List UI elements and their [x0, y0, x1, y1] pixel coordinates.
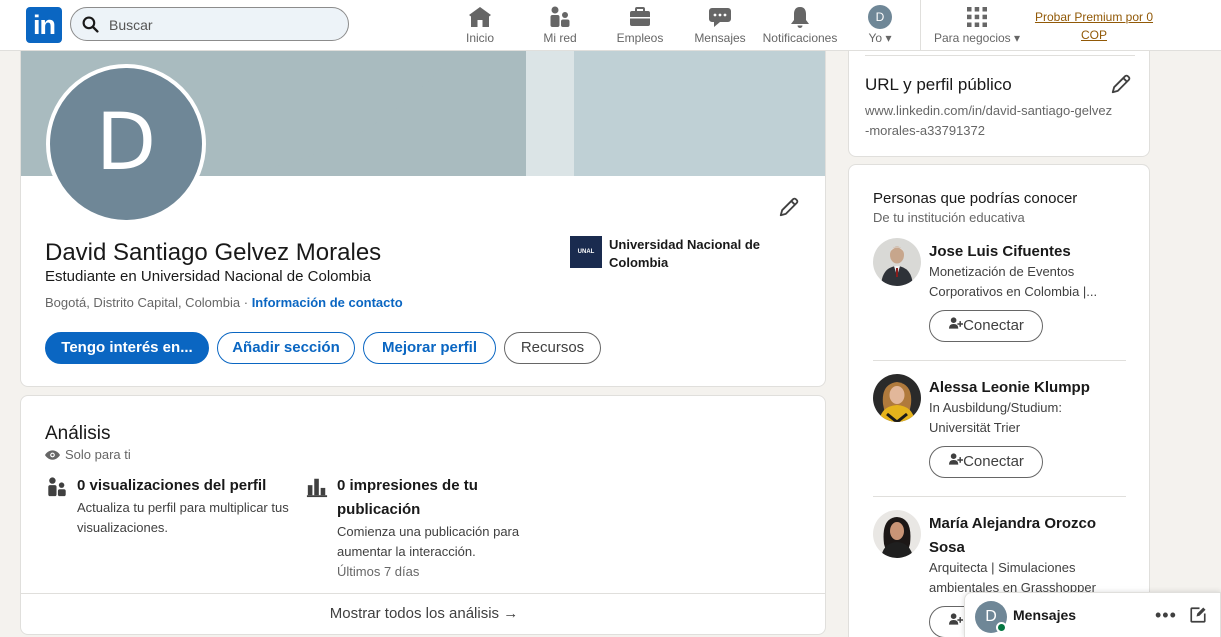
show-all-analytics-link[interactable]: Mostrar todos los análisis →: [21, 593, 825, 634]
search-input[interactable]: [109, 14, 339, 36]
divider: [873, 496, 1126, 497]
profile-views-desc: Actualiza tu perfil para multiplicar tus…: [77, 500, 289, 535]
search-icon: [82, 16, 99, 38]
person-headline: In Ausbildung/Studium: Universität Trier: [929, 400, 1062, 435]
person-name[interactable]: María Alejandra Orozco Sosa: [929, 512, 1125, 560]
connect-button[interactable]: Conectar: [929, 310, 1043, 342]
person-headline: Monetización de Eventos Corporativos en …: [929, 264, 1098, 299]
nav-messaging-label: Mensajes: [694, 31, 746, 45]
nav-network[interactable]: Mi red: [535, 4, 585, 48]
add-person-icon: [948, 317, 964, 334]
add-person-icon: [948, 453, 964, 470]
nav-business-label: Para negocios ▾: [933, 31, 1021, 45]
person-photo[interactable]: [873, 510, 921, 558]
bell-icon: [791, 7, 809, 28]
profile-headline: Estudiante en Universidad Nacional de Co…: [45, 268, 372, 285]
linkedin-logo[interactable]: in: [26, 7, 62, 43]
person-name[interactable]: Alessa Leonie Klumpp: [929, 376, 1125, 400]
post-impressions-desc: Comienza una publicación para aumentar l…: [337, 524, 520, 559]
caret-down-icon: ▾: [885, 31, 892, 45]
person-card[interactable]: Jose Luis Cifuentes Monetización de Even…: [873, 238, 1125, 348]
search-box[interactable]: [70, 7, 349, 41]
bar-chart-icon: [306, 476, 328, 503]
nav-home[interactable]: Inicio: [455, 4, 505, 48]
nav-notifications-label: Notificaciones: [762, 31, 838, 45]
post-impressions-title: 0 impresiones de tu publicación: [337, 477, 478, 518]
profile-photo[interactable]: D: [46, 64, 206, 224]
profile-views-title: 0 visualizaciones del perfil: [77, 477, 267, 494]
add-section-button[interactable]: Añadir sección: [217, 332, 355, 364]
post-impressions-period: Últimos 7 días: [337, 564, 420, 579]
nav-me[interactable]: D Yo ▾: [862, 4, 898, 48]
compose-icon[interactable]: [1189, 606, 1207, 629]
nav-messaging[interactable]: Mensajes: [690, 4, 750, 48]
profile-card: D David Santiago Gelvez Morales Estudian…: [20, 30, 826, 387]
contact-info-link[interactable]: Información de contacto: [252, 295, 403, 310]
messaging-overlay[interactable]: D Mensajes •••: [964, 592, 1221, 637]
university-logo[interactable]: UNAL: [570, 236, 602, 268]
divider: [873, 360, 1126, 361]
nav-notifications[interactable]: Notificaciones: [760, 4, 840, 48]
person-name[interactable]: Jose Luis Cifuentes: [929, 240, 1125, 264]
briefcase-icon: [630, 7, 650, 26]
pymk-subtitle: De tu institución educativa: [873, 210, 1025, 225]
analytics-visibility: Solo para ti: [45, 447, 131, 462]
public-url-link[interactable]: www.linkedin.com/in/david-santiago-gelve…: [865, 101, 1115, 141]
resources-button[interactable]: Recursos: [504, 332, 601, 364]
profile-name: David Santiago Gelvez Morales: [45, 239, 382, 266]
edit-pencil-icon[interactable]: [778, 196, 800, 223]
person-card[interactable]: Alessa Leonie Klumpp In Ausbildung/Studi…: [873, 374, 1125, 484]
pymk-title: Personas que podrías conocer: [873, 190, 1078, 207]
nav-jobs[interactable]: Empleos: [610, 4, 670, 48]
edit-pencil-icon[interactable]: [1110, 73, 1132, 100]
profile-views-item[interactable]: 0 visualizaciones del perfil Actualiza t…: [77, 474, 292, 538]
analytics-card: Análisis Solo para ti 0 visualizaciones …: [20, 395, 826, 635]
caret-down-icon: ▾: [1014, 31, 1021, 45]
people-you-may-know-card: Personas que podrías conocer De tu insti…: [848, 164, 1150, 637]
nav-home-label: Inicio: [465, 31, 494, 45]
person-photo[interactable]: [873, 374, 921, 422]
public-url-card: URL y perfil público www.linkedin.com/in…: [848, 38, 1150, 157]
add-person-icon: [948, 613, 964, 630]
network-icon: [550, 6, 570, 27]
card-divider: [865, 55, 1135, 56]
chat-icon: [709, 8, 731, 27]
premium-link[interactable]: Probar Premium por 0 COP: [1030, 8, 1158, 44]
nav-me-label: Yo ▾: [868, 31, 892, 45]
person-photo[interactable]: [873, 238, 921, 286]
nav-divider: [920, 0, 921, 50]
messaging-title: Mensajes: [1013, 607, 1077, 623]
nav-network-label: Mi red: [543, 31, 577, 45]
more-options-icon[interactable]: •••: [1155, 605, 1177, 626]
home-icon: [469, 7, 491, 27]
improve-profile-button[interactable]: Mejorar perfil: [363, 332, 496, 364]
connect-button[interactable]: Conectar: [929, 446, 1043, 478]
top-nav: in Inicio Mi red Empleos Mensajes Notifi…: [0, 0, 1221, 51]
university-name[interactable]: Universidad Nacional de Colombia: [609, 236, 789, 272]
people-icon: [46, 476, 68, 503]
public-url-title: URL y perfil público: [865, 75, 1012, 94]
post-impressions-item[interactable]: 0 impresiones de tu publicación Comienza…: [337, 474, 547, 582]
avatar: D: [868, 5, 892, 29]
profile-location: Bogotá, Distrito Capital, Colombia · Inf…: [45, 295, 403, 310]
analytics-title: Análisis: [45, 423, 111, 444]
nav-business[interactable]: Para negocios ▾: [930, 4, 1024, 48]
eye-icon: [45, 449, 60, 460]
nav-jobs-label: Empleos: [616, 31, 664, 45]
grid-icon: [967, 7, 987, 27]
online-status-dot: [996, 622, 1007, 633]
open-to-button[interactable]: Tengo interés en...: [45, 332, 209, 364]
